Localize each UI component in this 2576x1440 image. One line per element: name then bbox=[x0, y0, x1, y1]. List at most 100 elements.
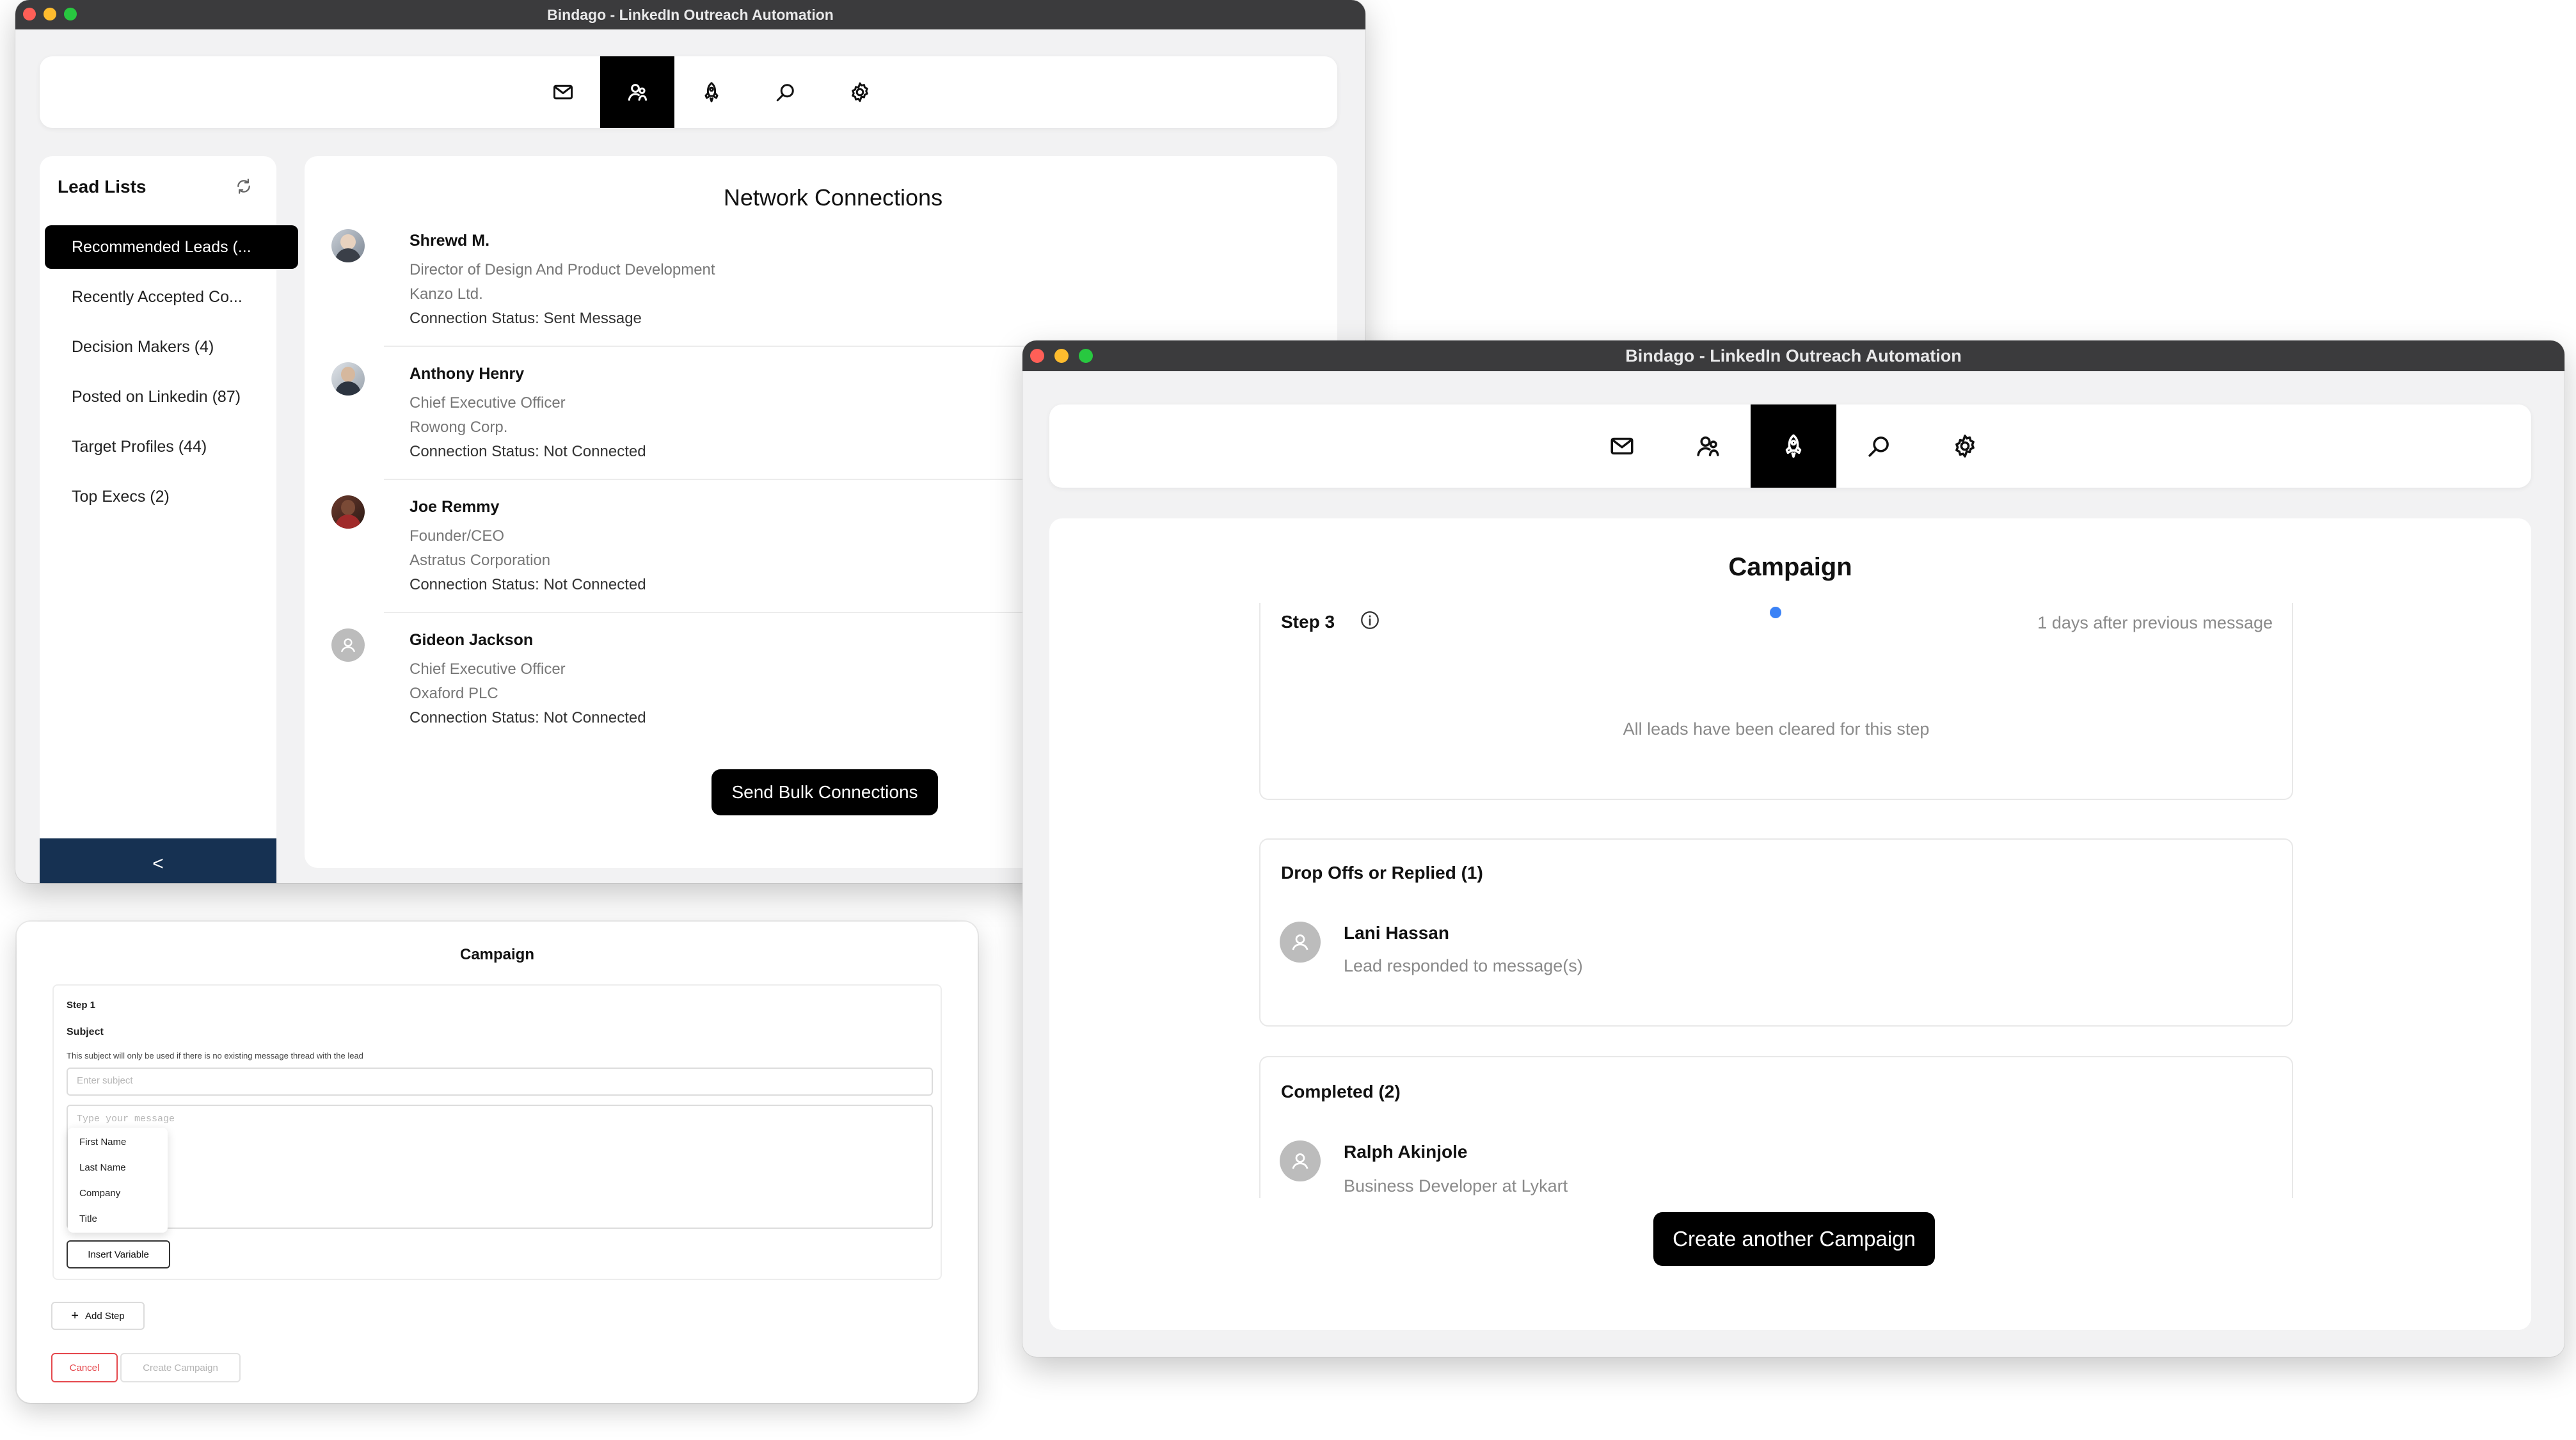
campaign-window: Bindago - LinkedIn Outreach Automation C… bbox=[1022, 340, 2564, 1357]
connection-title: Chief Executive Officer bbox=[409, 660, 566, 678]
completed-card: Completed (2) Ralph Akinjole Business De… bbox=[1259, 1056, 2293, 1198]
search-icon bbox=[774, 81, 797, 104]
avatar bbox=[1280, 922, 1321, 963]
subject-placeholder: Enter subject bbox=[77, 1075, 133, 1086]
info-icon[interactable] bbox=[1359, 609, 1381, 631]
connection-name: Joe Remmy bbox=[409, 498, 500, 516]
variable-option[interactable]: First Name bbox=[79, 1137, 126, 1148]
nav-settings[interactable] bbox=[1922, 404, 2008, 488]
campaign-steps-scroll[interactable]: Step 3 1 days after previous message All… bbox=[1049, 603, 2531, 1198]
nav-messages[interactable] bbox=[526, 56, 600, 128]
nav-campaigns[interactable] bbox=[674, 56, 749, 128]
variable-option[interactable]: Title bbox=[79, 1213, 97, 1224]
page-title: Network Connections bbox=[723, 184, 943, 211]
dropoffs-title: Drop Offs or Replied (1) bbox=[1281, 863, 1483, 883]
variable-dropdown: First Name Last Name Company Title bbox=[68, 1128, 168, 1233]
connection-title: Chief Executive Officer bbox=[409, 394, 566, 412]
avatar bbox=[331, 362, 365, 396]
users-icon bbox=[1694, 433, 1721, 460]
connection-status: Connection Status: Not Connected bbox=[409, 576, 646, 593]
step-card: Step 1 Subject This subject will only be… bbox=[52, 984, 942, 1280]
lead-list-item[interactable]: Target Profiles (44) bbox=[45, 425, 298, 468]
avatar bbox=[1280, 1140, 1321, 1181]
subject-input[interactable]: Enter subject bbox=[67, 1068, 933, 1096]
campaign-editor-window: Campaign Step 1 Subject This subject wil… bbox=[17, 922, 978, 1403]
gear-icon bbox=[1952, 433, 1978, 460]
nav-leads[interactable] bbox=[600, 56, 674, 128]
variable-option[interactable]: Company bbox=[79, 1188, 120, 1199]
editor-title: Campaign bbox=[459, 946, 534, 963]
step-empty-message: All leads have been cleared for this ste… bbox=[1623, 719, 1930, 739]
lead-lists-title: Lead Lists bbox=[58, 177, 147, 196]
lead-list-item[interactable]: Recommended Leads (... bbox=[45, 225, 298, 269]
nav-search[interactable] bbox=[1836, 404, 1922, 488]
window-title: Bindago - LinkedIn Outreach Automation bbox=[1625, 346, 1962, 365]
subject-hint: This subject will only be used if there … bbox=[67, 1051, 363, 1060]
send-bulk-connections-button[interactable]: Send Bulk Connections bbox=[712, 769, 938, 815]
title-bar: Bindago - LinkedIn Outreach Automation bbox=[1022, 340, 2564, 371]
users-icon bbox=[626, 81, 649, 104]
page-title: Campaign bbox=[1728, 553, 1852, 581]
insert-variable-button[interactable]: Insert Variable bbox=[67, 1240, 170, 1268]
plus-icon: + bbox=[71, 1308, 79, 1323]
connection-company: Rowong Corp. bbox=[409, 419, 508, 436]
progress-dot bbox=[1770, 607, 1781, 618]
connection-company: Kanzo Ltd. bbox=[409, 285, 483, 303]
connection-name: Gideon Jackson bbox=[409, 631, 534, 649]
title-bar: Bindago - LinkedIn Outreach Automation bbox=[15, 0, 1365, 29]
nav-messages[interactable] bbox=[1579, 404, 1665, 488]
lead-name: Lani Hassan bbox=[1344, 923, 1449, 943]
mail-icon bbox=[1609, 433, 1635, 460]
nav-search[interactable] bbox=[749, 56, 823, 128]
connection-status: Connection Status: Not Connected bbox=[409, 443, 646, 460]
connection-title: Director of Design And Product Developme… bbox=[409, 261, 715, 278]
divider bbox=[384, 346, 1107, 347]
lead-lists-sidebar: Lead Lists Recommended Leads (... Recent… bbox=[40, 156, 298, 883]
mail-icon bbox=[552, 81, 575, 104]
connection-status: Connection Status: Sent Message bbox=[409, 310, 642, 327]
add-step-button[interactable]: + Add Step bbox=[51, 1302, 145, 1330]
rocket-icon bbox=[1780, 433, 1807, 460]
connection-company: Oxaford PLC bbox=[409, 685, 498, 702]
lead-note: Lead responded to message(s) bbox=[1344, 956, 1583, 975]
lead-list-item[interactable]: Posted on Linkedin (87) bbox=[45, 375, 298, 419]
connection-title: Founder/CEO bbox=[409, 527, 505, 545]
connection-name: Anthony Henry bbox=[409, 365, 525, 383]
nav-leads[interactable] bbox=[1665, 404, 1751, 488]
variable-option[interactable]: Last Name bbox=[79, 1162, 126, 1173]
step-label: Step 3 bbox=[1281, 612, 1335, 632]
gear-icon bbox=[848, 81, 871, 104]
completed-title: Completed (2) bbox=[1281, 1082, 1401, 1101]
step-card: Step 3 1 days after previous message All… bbox=[1259, 603, 2293, 800]
refresh-icon[interactable] bbox=[234, 177, 253, 196]
message-textarea[interactable]: Type your message bbox=[67, 1105, 933, 1229]
lead-list-item[interactable]: Top Execs (2) bbox=[45, 475, 298, 518]
window-title: Bindago - LinkedIn Outreach Automation bbox=[547, 6, 834, 23]
connection-status: Connection Status: Not Connected bbox=[409, 709, 646, 726]
rocket-icon bbox=[700, 81, 723, 104]
step-delay: 1 days after previous message bbox=[2037, 613, 2273, 632]
nav-campaigns[interactable] bbox=[1751, 404, 1836, 488]
search-icon bbox=[1866, 433, 1893, 460]
avatar bbox=[331, 495, 365, 529]
connection-company: Astratus Corporation bbox=[409, 552, 551, 569]
lead-name: Ralph Akinjole bbox=[1344, 1142, 1468, 1162]
lead-list-item[interactable]: Recently Accepted Co... bbox=[45, 275, 298, 319]
chevron-left-icon: < bbox=[152, 853, 164, 874]
sidebar-collapse-button[interactable]: < bbox=[40, 838, 276, 883]
nav-settings[interactable] bbox=[823, 56, 897, 128]
main-nav bbox=[40, 56, 1337, 128]
cancel-button[interactable]: Cancel bbox=[51, 1353, 118, 1382]
divider bbox=[384, 612, 1107, 613]
create-another-campaign-button[interactable]: Create another Campaign bbox=[1653, 1212, 1935, 1266]
add-step-label: Add Step bbox=[84, 1310, 125, 1322]
dropoffs-card: Drop Offs or Replied (1) Lani Hassan Lea… bbox=[1259, 838, 2293, 1027]
divider bbox=[384, 479, 1107, 480]
subject-label: Subject bbox=[67, 1027, 104, 1037]
lead-note: Business Developer at Lykart bbox=[1344, 1176, 1568, 1196]
avatar bbox=[331, 229, 365, 262]
create-campaign-button[interactable]: Create Campaign bbox=[120, 1353, 241, 1382]
connection-name: Shrewd M. bbox=[409, 232, 490, 250]
avatar bbox=[331, 628, 365, 662]
lead-list-item[interactable]: Decision Makers (4) bbox=[45, 325, 298, 369]
